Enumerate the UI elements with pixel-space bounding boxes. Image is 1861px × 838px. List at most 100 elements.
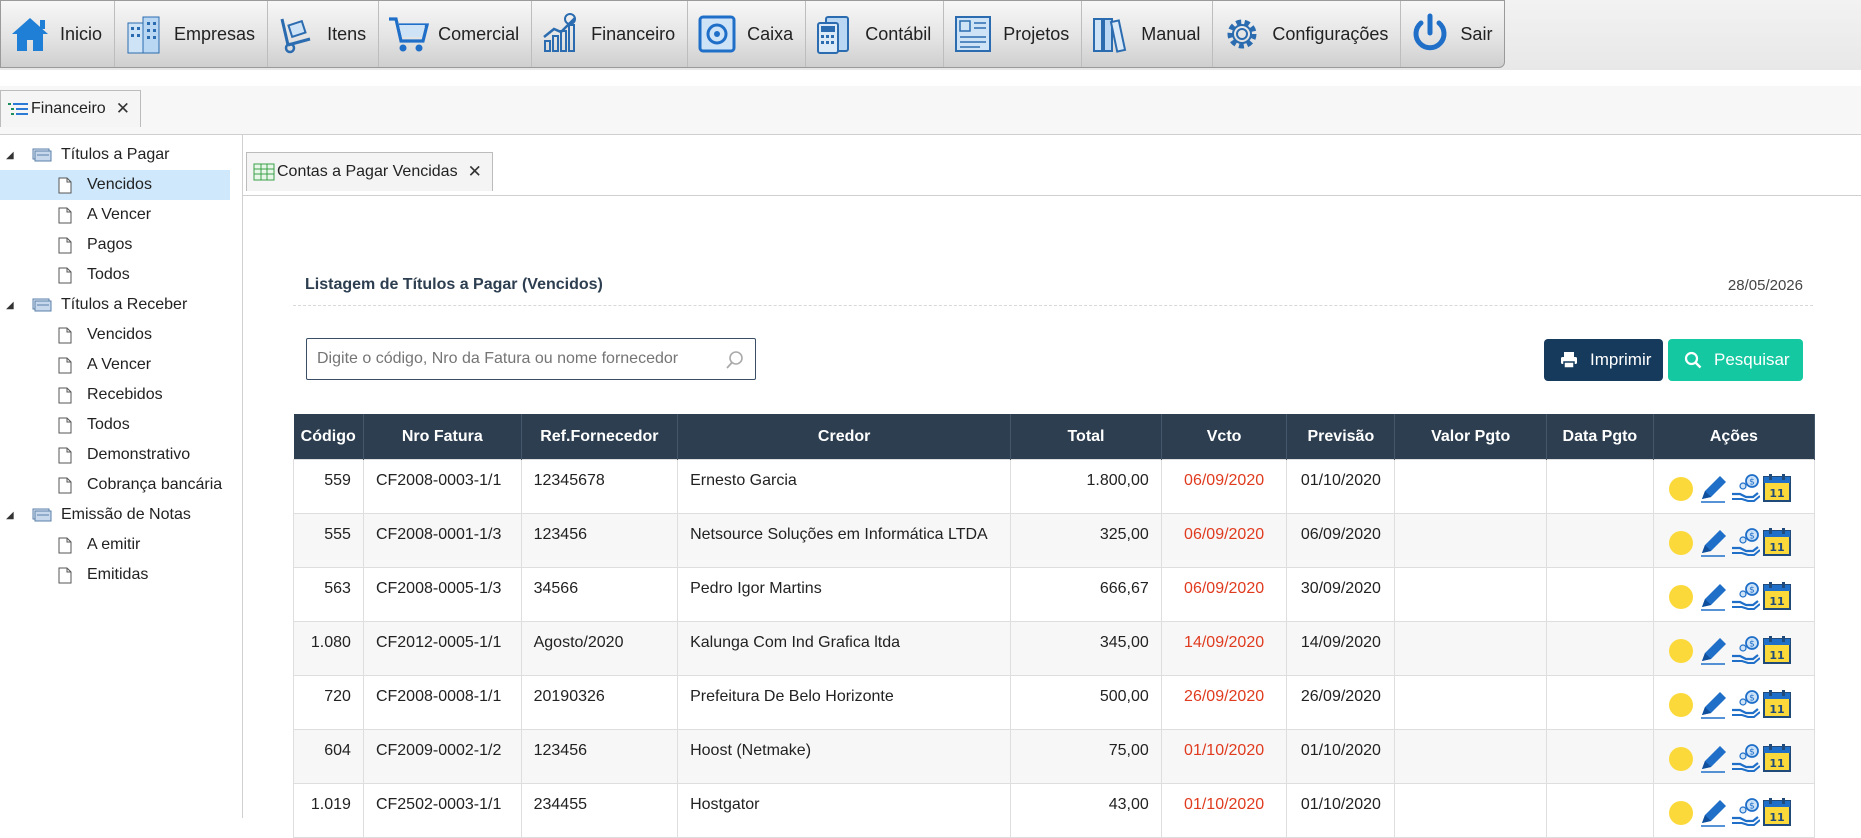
tree-item[interactable]: A Vencer <box>0 350 242 380</box>
table-row[interactable]: 604 CF2009-0002-1/2 123456 Hoost (Netmake) 7… <box>293 729 1816 784</box>
search-icon[interactable] <box>725 350 745 370</box>
table-row[interactable]: 1.080 CF2012-0005-1/1 Agosto/2020 Kalunga C… <box>293 621 1816 676</box>
payment-hand-icon[interactable]: $ <box>1730 634 1761 666</box>
tab-financeiro[interactable]: Financeiro ✕ <box>0 90 141 127</box>
edit-pencil-icon[interactable] <box>1698 580 1728 612</box>
tree-item[interactable]: Cobrança bancária <box>0 470 242 500</box>
tree-item[interactable]: Demonstrativo <box>0 440 242 470</box>
edit-pencil-icon[interactable] <box>1698 796 1728 828</box>
tree-group[interactable]: ◢ Emissão de Notas <box>0 500 242 530</box>
cell-credor: Hostgator <box>677 783 1012 838</box>
tree-group-label: Emissão de Notas <box>61 506 191 523</box>
menu-item-label: Caixa <box>747 23 794 44</box>
panel-title: Listagem de Títulos a Pagar (Vencidos) <box>305 276 603 293</box>
menu-item-comercial[interactable]: Comercial <box>379 1 533 67</box>
calendar-icon[interactable]: 11 <box>1762 742 1792 774</box>
cell-codigo: 559 <box>293 459 364 514</box>
cell-ref-fornecedor: 34566 <box>520 567 679 622</box>
close-icon[interactable]: ✕ <box>116 99 130 119</box>
cell-previsao: 14/09/2020 <box>1286 621 1396 676</box>
column-header: Valor Pgto <box>1394 414 1548 460</box>
print-button-label: Imprimir <box>1590 350 1652 369</box>
menu-item-label: Itens <box>327 23 367 44</box>
status-dot-icon[interactable] <box>1666 472 1696 504</box>
tree-item[interactable]: Emitidas <box>0 560 242 590</box>
tree-item[interactable]: Vencidos <box>0 320 242 350</box>
menu-item-manual[interactable]: Manual <box>1082 1 1214 67</box>
print-button[interactable]: Imprimir <box>1544 339 1663 381</box>
column-header: Nro Fatura <box>363 414 522 460</box>
edit-pencil-icon[interactable] <box>1698 526 1728 558</box>
search-button[interactable]: Pesquisar <box>1668 339 1803 381</box>
status-dot-icon[interactable] <box>1666 742 1696 774</box>
menu-item-itens[interactable]: Itens <box>268 1 380 67</box>
cell-vcto: 06/09/2020 <box>1160 459 1288 514</box>
column-header: Ações <box>1653 414 1816 460</box>
calendar-icon[interactable]: 11 <box>1762 688 1792 720</box>
tree-group[interactable]: ◢ Títulos a Receber <box>0 290 242 320</box>
svg-text:$: $ <box>1749 640 1755 650</box>
status-dot-icon[interactable] <box>1666 796 1696 828</box>
menu-item-financeiro[interactable]: Financeiro <box>532 1 689 67</box>
svg-text:$: $ <box>1749 802 1755 812</box>
expand-arrow-icon[interactable]: ◢ <box>6 510 16 521</box>
tree-item[interactable]: Recebidos <box>0 380 242 410</box>
status-dot-icon[interactable] <box>1666 688 1696 720</box>
payment-hand-icon[interactable]: $ <box>1730 472 1761 504</box>
calendar-icon[interactable]: 11 <box>1762 580 1792 612</box>
calendar-icon[interactable]: 11 <box>1762 634 1792 666</box>
cell-nro-fatura: CF2008-0001-1/3 <box>362 513 522 568</box>
menu-item-label: Contábil <box>865 23 932 44</box>
close-icon[interactable]: ✕ <box>468 162 482 182</box>
tree-item[interactable]: Todos <box>0 260 242 290</box>
cell-nro-fatura: CF2008-0008-1/1 <box>362 675 522 730</box>
tree-group[interactable]: ◢ Títulos a Pagar <box>0 140 242 170</box>
document-icon <box>58 537 72 553</box>
payment-hand-icon[interactable]: $ <box>1730 580 1761 612</box>
cell-acoes: $11 <box>1652 621 1816 676</box>
edit-pencil-icon[interactable] <box>1698 634 1728 666</box>
tree-item[interactable]: A Vencer <box>0 200 242 230</box>
search-field[interactable] <box>306 338 756 380</box>
tree-item-label: Vencidos <box>87 326 152 343</box>
calendar-icon[interactable]: 11 <box>1762 796 1792 828</box>
menu-item-empresas[interactable]: Empresas <box>115 1 269 67</box>
tree-item[interactable]: Todos <box>0 410 242 440</box>
tab-contas-pagar-vencidas[interactable]: Contas a Pagar Vencidas ✕ <box>246 152 493 191</box>
payment-hand-icon[interactable]: $ <box>1730 526 1761 558</box>
status-dot-icon[interactable] <box>1666 526 1696 558</box>
tree-item[interactable]: Vencidos <box>0 170 230 200</box>
expand-arrow-icon[interactable]: ◢ <box>6 150 16 161</box>
payment-hand-icon[interactable]: $ <box>1730 742 1761 774</box>
menu-item-projetos[interactable]: Projetos <box>944 1 1083 67</box>
menu-item-inicio[interactable]: Inicio <box>1 1 116 67</box>
calendar-day-text: 11 <box>1769 595 1784 608</box>
menu-item-configuracoes[interactable]: Configurações <box>1213 1 1402 67</box>
table-row[interactable]: 559 CF2008-0003-1/1 12345678 Ernesto Garcia… <box>293 459 1816 514</box>
expand-arrow-icon[interactable]: ◢ <box>6 300 16 311</box>
tree-item[interactable]: Pagos <box>0 230 242 260</box>
menu-item-caixa[interactable]: Caixa <box>688 1 807 67</box>
table-row[interactable]: 563 CF2008-0005-1/3 34566 Pedro Igor Martin… <box>293 567 1816 622</box>
menu-item-contabil[interactable]: Contábil <box>806 1 945 67</box>
calendar-icon[interactable]: 11 <box>1762 472 1792 504</box>
table-row[interactable]: 1.019 CF2502-0003-1/1 234455 Hostgator 43,00… <box>293 783 1816 838</box>
cell-credor: Kalunga Com Ind Grafica ltda <box>677 621 1012 676</box>
cell-valor-pgto <box>1394 513 1548 568</box>
cell-data-pgto <box>1546 567 1654 622</box>
calendar-icon[interactable]: 11 <box>1762 526 1792 558</box>
edit-pencil-icon[interactable] <box>1698 472 1728 504</box>
table-row[interactable]: 555 CF2008-0001-1/3 123456 Netsource Soluçõ… <box>293 513 1816 568</box>
status-dot-icon[interactable] <box>1666 580 1696 612</box>
edit-pencil-icon[interactable] <box>1698 688 1728 720</box>
status-dot-icon[interactable] <box>1666 634 1696 666</box>
edit-pencil-icon[interactable] <box>1698 742 1728 774</box>
payment-hand-icon[interactable]: $ <box>1730 688 1761 720</box>
menu-item-sair[interactable]: Sair <box>1401 1 1504 67</box>
calendar-day-text: 11 <box>1769 541 1784 554</box>
tree-item[interactable]: A emitir <box>0 530 242 560</box>
payment-hand-icon[interactable]: $ <box>1730 796 1761 828</box>
column-header: Credor <box>677 414 1012 460</box>
search-input[interactable] <box>307 349 719 369</box>
table-row[interactable]: 720 CF2008-0008-1/1 20190326 Prefeitura De … <box>293 675 1816 730</box>
